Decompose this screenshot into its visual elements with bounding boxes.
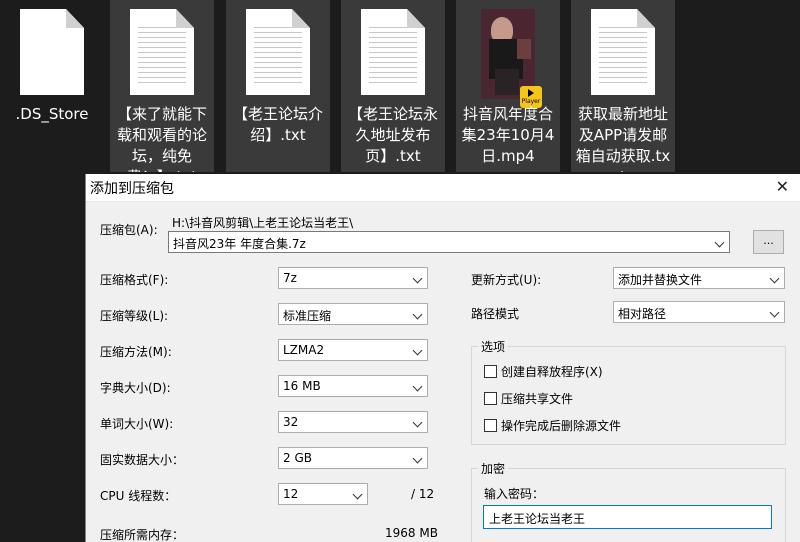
path-mode-value: 相对路径 <box>618 307 667 321</box>
dictionary-select[interactable]: 16 MB <box>278 375 428 397</box>
level-value: 标准压缩 <box>283 309 332 323</box>
format-select[interactable]: 7z <box>278 267 428 289</box>
memory-label: 压缩所需内存： <box>100 528 185 542</box>
video-thumbnail: Player <box>481 9 542 108</box>
path-mode-label: 路径模式 <box>471 307 520 321</box>
cpu-threads-max: / 12 <box>411 487 435 501</box>
chevron-down-icon <box>412 453 423 464</box>
chevron-down-icon <box>769 273 780 284</box>
desktop-file-txt-1[interactable]: 【来了就能下载和观看的论坛，纯免费！】.txt <box>110 0 214 172</box>
blank-document-icon <box>20 9 84 95</box>
browse-button[interactable]: ... <box>753 230 784 254</box>
cpu-threads-select[interactable]: 12 <box>278 483 368 505</box>
options-title: 选项 <box>478 338 509 355</box>
checkbox-label: 创建自释放程序(X) <box>501 365 603 379</box>
dictionary-value: 16 MB <box>283 379 321 393</box>
create-sfx-checkbox[interactable]: 创建自释放程序(X) <box>484 363 603 380</box>
chevron-down-icon <box>769 307 780 318</box>
desktop-file-ds-store[interactable]: .DS_Store <box>0 0 104 172</box>
file-name: 获取最新地址及APP请发邮箱自动获取.txt <box>575 105 671 172</box>
chevron-down-icon <box>352 489 363 500</box>
checkbox-icon <box>484 392 497 405</box>
solid-size-value: 2 GB <box>283 451 312 465</box>
checkbox-label: 操作完成后删除源文件 <box>501 419 622 433</box>
desktop-file-mp4[interactable]: Player 抖音风年度合集23年10月4日.mp4 <box>456 0 560 172</box>
file-name: .DS_Store <box>15 105 89 123</box>
delete-source-checkbox[interactable]: 操作完成后删除源文件 <box>484 417 621 434</box>
checkbox-icon <box>484 365 497 378</box>
text-document-icon <box>591 9 655 95</box>
chevron-down-icon <box>412 417 423 428</box>
method-value: LZMA2 <box>283 343 325 357</box>
update-mode-label: 更新方式(U): <box>471 273 542 287</box>
desktop-file-txt-2[interactable]: 【老王论坛介绍】.txt <box>226 0 330 172</box>
solid-size-select[interactable]: 2 GB <box>278 447 428 469</box>
path-mode-select[interactable]: 相对路径 <box>613 301 785 323</box>
word-size-label: 单词大小(W): <box>100 417 174 431</box>
format-value: 7z <box>283 271 297 285</box>
cpu-threads-label: CPU 线程数： <box>100 489 177 503</box>
solid-size-label: 固实数据大小： <box>100 453 185 467</box>
archive-label: 压缩包(A): <box>100 223 158 237</box>
add-to-archive-dialog: 添加到压缩包 ✕ 压缩包(A): H:\抖音风剪辑\上老王论坛当老王\ 抖音风2… <box>85 174 800 542</box>
chevron-down-icon <box>412 273 423 284</box>
file-name: 【老王论坛永久地址发布页】.txt <box>347 105 438 165</box>
cpu-threads-value: 12 <box>283 487 299 501</box>
update-mode-value: 添加并替换文件 <box>618 273 703 287</box>
word-size-select[interactable]: 32 <box>278 411 428 433</box>
archive-name-combo[interactable]: 抖音风23年 年度合集.7z <box>168 231 730 253</box>
text-document-icon <box>130 9 194 95</box>
password-label: 输入密码： <box>484 487 545 501</box>
chevron-down-icon <box>412 309 423 320</box>
archive-path: H:\抖音风剪辑\上老王论坛当老王\ <box>172 216 354 230</box>
dictionary-label: 字典大小(D): <box>100 381 171 395</box>
level-select[interactable]: 标准压缩 <box>278 303 428 325</box>
word-size-value: 32 <box>283 415 299 429</box>
chevron-down-icon <box>412 381 423 392</box>
dialog-title: 添加到压缩包 <box>90 181 174 197</box>
file-name: 【老王论坛介绍】.txt <box>232 105 323 144</box>
format-label: 压缩格式(F): <box>100 273 169 287</box>
checkbox-label: 压缩共享文件 <box>501 392 574 406</box>
close-icon[interactable]: ✕ <box>776 177 789 196</box>
update-mode-select[interactable]: 添加并替换文件 <box>613 267 785 289</box>
file-name: 抖音风年度合集23年10月4日.mp4 <box>461 105 555 165</box>
memory-value: 1968 MB <box>385 526 438 540</box>
chevron-down-icon <box>714 237 725 248</box>
title-bar: 添加到压缩包 ✕ <box>86 174 800 202</box>
password-value: 上老王论坛当老王 <box>489 512 586 526</box>
level-label: 压缩等级(L): <box>100 309 169 323</box>
archive-name-value: 抖音风23年 年度合集.7z <box>173 237 306 251</box>
text-document-icon <box>246 9 310 95</box>
desktop-file-txt-4[interactable]: 获取最新地址及APP请发邮箱自动获取.txt <box>571 0 675 172</box>
text-document-icon <box>361 9 425 95</box>
checkbox-icon <box>484 419 497 432</box>
method-select[interactable]: LZMA2 <box>278 339 428 361</box>
method-label: 压缩方法(M): <box>100 345 172 359</box>
encryption-title: 加密 <box>478 460 509 477</box>
desktop-file-txt-3[interactable]: 【老王论坛永久地址发布页】.txt <box>341 0 445 172</box>
chevron-down-icon <box>412 345 423 356</box>
compress-shared-checkbox[interactable]: 压缩共享文件 <box>484 390 573 407</box>
file-name: 【来了就能下载和观看的论坛，纯免费！】.txt <box>116 105 207 172</box>
password-input[interactable]: 上老王论坛当老王 <box>483 505 772 529</box>
